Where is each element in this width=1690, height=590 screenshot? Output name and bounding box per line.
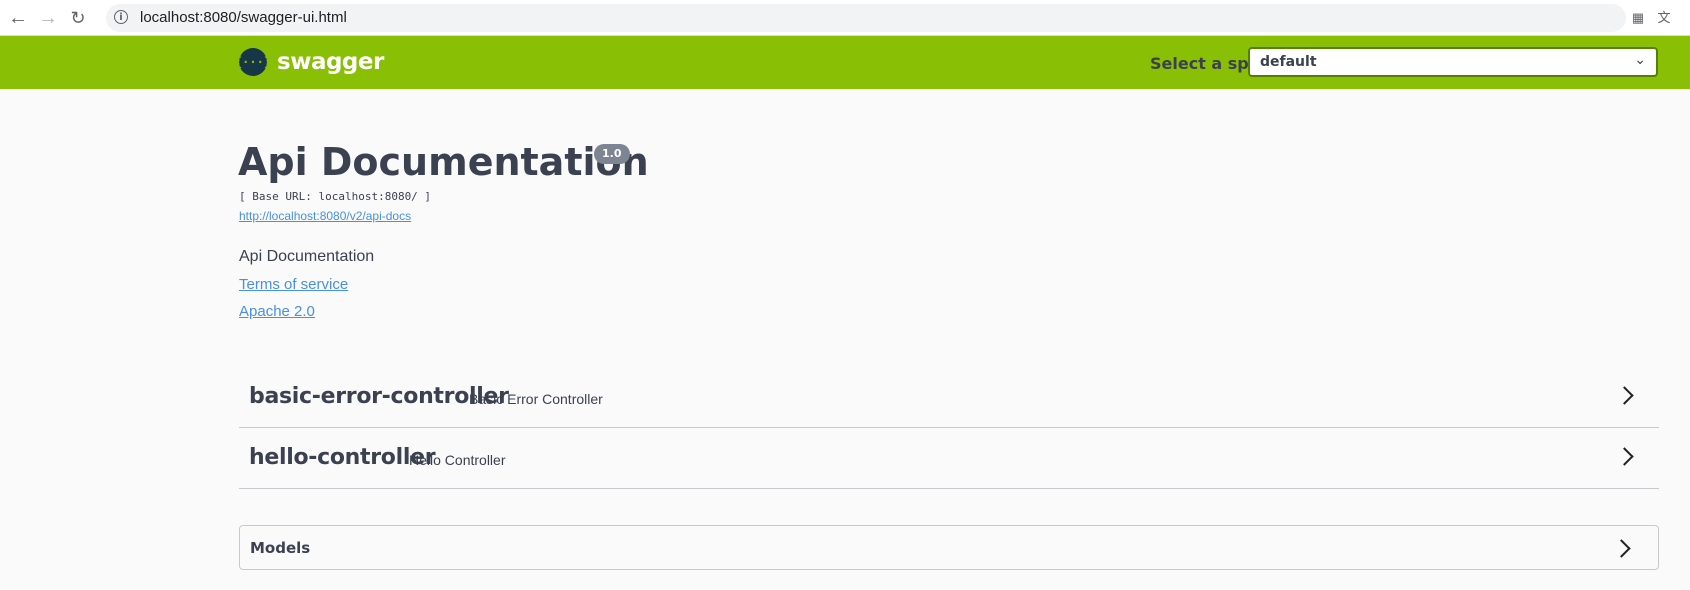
tag-basic-error-controller[interactable]: basic-error-controller Basic Error Contr…: [239, 367, 1659, 428]
translate-icon[interactable]: 文: [1656, 10, 1672, 26]
models-label: Models: [250, 539, 311, 557]
api-description: Api Documentation: [239, 248, 375, 265]
license-link[interactable]: Apache 2.0: [239, 303, 315, 320]
chevron-down-icon: ⌄: [1634, 51, 1646, 67]
qr-code-icon[interactable]: ▦: [1630, 10, 1646, 26]
models-section[interactable]: Models: [239, 525, 1659, 570]
tag-name: hello-controller: [249, 445, 436, 470]
tag-description: Hello Controller: [409, 452, 506, 468]
page-title: Api Documentation: [238, 140, 649, 184]
tag-hello-controller[interactable]: hello-controller Hello Controller: [239, 428, 1659, 489]
browser-toolbar: ← → ↻ i localhost:8080/swagger-ui.html ▦…: [0, 0, 1690, 36]
swagger-topbar: {···} swagger Select a spec default ⌄: [0, 36, 1690, 89]
chevron-right-icon: [1612, 539, 1631, 558]
swagger-logo-icon: {···}: [235, 48, 271, 76]
chevron-right-icon: [1615, 386, 1634, 405]
forward-arrow-icon[interactable]: →: [36, 6, 60, 30]
address-url[interactable]: localhost:8080/swagger-ui.html: [140, 9, 347, 26]
version-badge: 1.0: [594, 144, 630, 164]
chevron-right-icon: [1615, 447, 1634, 466]
swagger-logo-text: swagger: [277, 49, 384, 75]
terms-of-service-link[interactable]: Terms of service: [239, 276, 348, 293]
address-bar[interactable]: i localhost:8080/swagger-ui.html: [106, 4, 1626, 32]
swagger-logo[interactable]: {···} swagger: [235, 48, 384, 76]
spec-select-value: default: [1260, 54, 1317, 70]
base-url: [ Base URL: localhost:8080/ ]: [239, 190, 432, 203]
reload-icon[interactable]: ↻: [66, 6, 90, 30]
back-arrow-icon[interactable]: ←: [6, 6, 30, 30]
tag-description: Basic Error Controller: [469, 391, 603, 407]
site-info-icon[interactable]: i: [114, 10, 128, 24]
api-docs-link[interactable]: http://localhost:8080/v2/api-docs: [239, 209, 411, 223]
spec-select[interactable]: default ⌄: [1248, 47, 1658, 77]
